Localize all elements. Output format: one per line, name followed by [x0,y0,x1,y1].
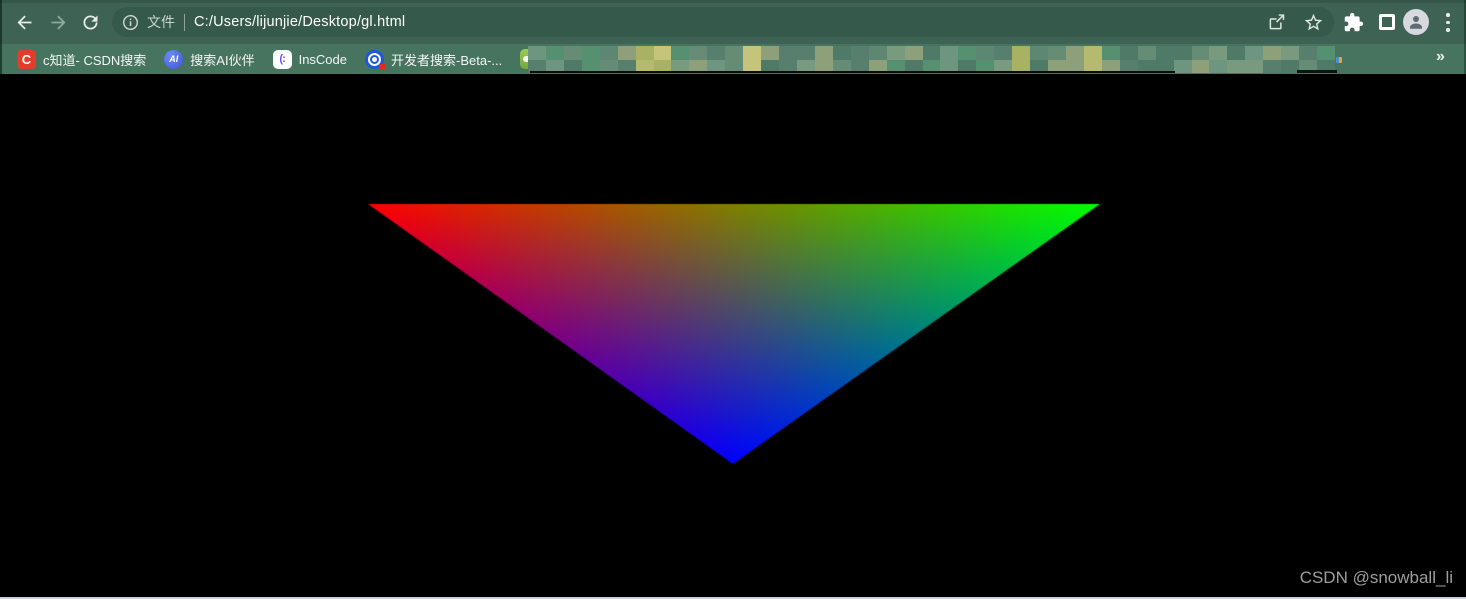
mosaic-block [940,46,959,61]
bookmark-inscode[interactable]: (: InsCode [264,47,356,71]
url-divider: | [184,13,185,31]
mosaic-block [1281,46,1300,61]
bookmark-star-icon[interactable] [1303,12,1324,33]
mosaic-block [1263,59,1282,73]
side-panel-icon[interactable] [1379,14,1395,30]
mosaic-block [886,46,906,61]
mosaic-block [725,46,744,61]
mosaic-block [1012,46,1031,61]
bookmark-csdn[interactable]: C c知道- CSDN搜索 [8,47,155,71]
mosaic-block [653,46,673,61]
bookmark-label: InsCode [298,51,347,67]
profile-avatar[interactable] [1403,9,1429,35]
inscode-logo-icon: (: [272,49,292,69]
redacted-bookmarks-mosaic[interactable] [528,46,1335,73]
bookmark-label: 开发者搜索-Beta-... [391,52,503,68]
address-bar[interactable]: 文件 | C:/Users/lijunjie/Desktop/gl.html [112,7,1334,37]
mosaic-block [635,46,655,61]
bookmarks-overflow-chevron[interactable]: » [1436,48,1445,66]
mosaic-block [1155,46,1175,61]
mosaic-block [976,46,995,61]
csdn-watermark: CSDN @snowball_li [1299,568,1453,587]
mosaic-block [994,46,1013,61]
mosaic-block [1245,59,1264,73]
mosaic-underline [530,71,1175,73]
mosaic-block [1173,46,1193,61]
mosaic-block [761,46,780,61]
back-button[interactable] [11,9,37,35]
reload-icon [83,14,97,29]
mosaic-block [599,46,619,61]
mosaic-block [563,46,583,61]
mosaic-underline [1297,70,1337,73]
mosaic-block [904,46,924,61]
mosaic-block [779,46,798,61]
mosaic-block [743,46,762,61]
mosaic-block [1173,59,1193,73]
mosaic-block [832,46,852,61]
bookmark-ai-partner[interactable]: AI 搜索AI伙伴 [155,47,263,71]
mosaic-block [1209,46,1228,61]
extensions-puzzle-icon[interactable] [1343,12,1364,33]
back-arrow-icon [17,15,31,29]
share-icon[interactable] [1266,12,1287,33]
mosaic-block [1245,46,1264,61]
browser-window: { "theme": { "toolbar_bg": "#3e6354", "t… [0,0,1466,599]
dev-search-logo-icon [365,49,385,70]
mosaic-block [1101,46,1121,61]
tiny-favicon-remnant [1336,57,1342,63]
bookmark-label: 搜索AI伙伴 [190,52,255,68]
mosaic-block [1191,59,1211,73]
mosaic-block [1263,46,1282,61]
mosaic-block [922,46,942,61]
mosaic-block [545,46,565,61]
mosaic-block [1227,59,1246,73]
mosaic-block [528,46,547,61]
forward-arrow-icon [51,15,65,29]
window-left-edge [0,0,2,74]
mosaic-block [1048,46,1067,61]
mosaic-block [1209,59,1228,73]
bookmark-label: c知道- CSDN搜索 [43,52,147,68]
mosaic-block [1137,46,1157,61]
mosaic-block [850,46,870,61]
page-info-icon[interactable] [121,13,140,32]
mosaic-block [581,46,601,61]
reload-button[interactable] [77,9,103,35]
mosaic-block [689,46,708,61]
person-icon [1410,16,1422,29]
webgl-canvas [0,74,1466,597]
mosaic-block [958,46,977,61]
csdn-logo-icon: C [17,49,36,69]
mosaic-block [814,46,834,61]
mosaic-block [1299,46,1318,61]
bookmark-dev-search[interactable]: 开发者搜索-Beta-... [356,47,511,71]
mosaic-block [617,46,637,61]
mosaic-block [1317,46,1335,61]
mosaic-block [1119,46,1139,61]
window-top-edge [0,0,1466,3]
mosaic-block [707,46,726,61]
mosaic-block [1227,46,1246,61]
mosaic-block [1066,46,1085,61]
url-text[interactable]: C:/Users/lijunjie/Desktop/gl.html [194,14,405,30]
mosaic-block [797,46,816,61]
mosaic-block [1191,46,1211,61]
mosaic-block [1030,46,1049,61]
browser-menu-button[interactable] [1444,13,1452,32]
browser-toolbar: 文件 | C:/Users/lijunjie/Desktop/gl.html [0,0,1466,44]
url-scheme-label: 文件 [147,14,175,30]
mosaic-block [1083,46,1103,61]
forward-button[interactable] [45,9,71,35]
mosaic-block [671,46,690,61]
mosaic-block [868,46,888,61]
ai-circle-icon: AI [164,49,184,69]
page-content: CSDN @snowball_li [0,74,1466,597]
